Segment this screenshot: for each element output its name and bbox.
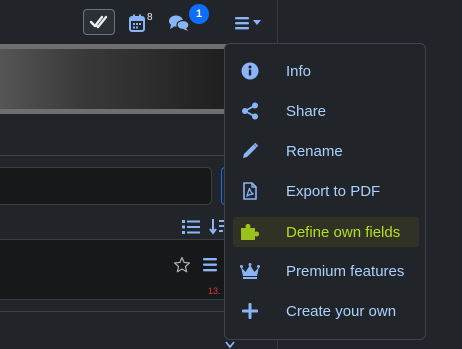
- list-icon: [182, 220, 200, 234]
- info-icon: [235, 56, 265, 86]
- main-menu-button[interactable]: [233, 15, 263, 31]
- chat-icon: [169, 15, 190, 31]
- menu-item-share[interactable]: Share: [233, 96, 419, 126]
- menu-item-create-own[interactable]: Create your own: [233, 296, 419, 326]
- menu-item-info[interactable]: Info: [233, 56, 419, 86]
- banner-image: [0, 44, 228, 114]
- chevron-down-icon: [225, 341, 235, 349]
- menu-item-label: Export to PDF: [286, 182, 381, 200]
- menu-item-label: Info: [286, 62, 312, 80]
- puzzle-icon: [235, 217, 265, 247]
- menu-item-export-pdf[interactable]: Export to PDF: [233, 176, 419, 206]
- chat-button[interactable]: [168, 14, 190, 32]
- chat-unread-badge: 1: [189, 4, 209, 24]
- section-divider: [0, 155, 228, 156]
- favorite-button[interactable]: [173, 256, 191, 274]
- main-menu-dropdown: Info Share Rename Export to PDF Define o…: [224, 43, 426, 340]
- item-menu-button[interactable]: [203, 258, 225, 272]
- caret-down-icon: [253, 20, 261, 25]
- pdf-file-icon: [235, 176, 265, 206]
- crown-icon: [235, 256, 265, 286]
- calendar-button[interactable]: [129, 14, 147, 32]
- share-icon: [235, 96, 265, 126]
- plus-icon: [235, 296, 265, 326]
- menu-item-define-fields[interactable]: Define own fields: [233, 217, 419, 247]
- hamburger-icon: [203, 258, 217, 272]
- menu-item-premium[interactable]: Premium features: [233, 256, 419, 286]
- list-view-button[interactable]: [182, 219, 200, 235]
- section-divider: [0, 311, 228, 312]
- hamburger-icon: [235, 17, 249, 30]
- pencil-icon: [235, 136, 265, 166]
- double-check-icon: [89, 15, 108, 29]
- due-date-text: 13.: [208, 286, 221, 296]
- menu-item-label: Premium features: [286, 262, 405, 280]
- search-input[interactable]: [0, 167, 212, 205]
- calendar-count: 8: [147, 12, 153, 23]
- mark-all-done-button[interactable]: [83, 9, 115, 35]
- menu-item-label: Define own fields: [286, 223, 401, 241]
- menu-item-label: Create your own: [286, 302, 397, 320]
- list-item[interactable]: [0, 239, 228, 300]
- menu-item-rename[interactable]: Rename: [233, 136, 419, 166]
- menu-item-label: Rename: [286, 142, 343, 160]
- calendar-icon: [129, 14, 145, 32]
- star-icon: [173, 256, 191, 273]
- menu-item-label: Share: [286, 102, 327, 120]
